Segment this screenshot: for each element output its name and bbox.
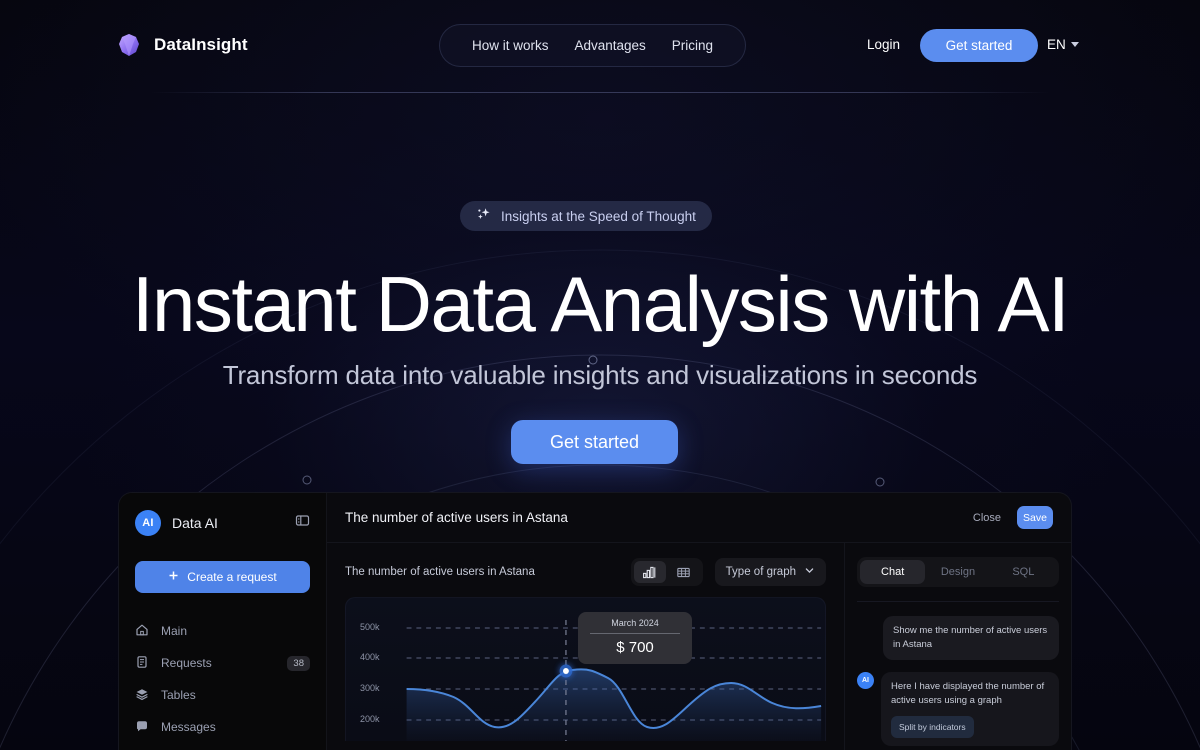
requests-count-badge: 38: [287, 655, 310, 671]
chat-message-user: Show me the number of active users in As…: [883, 616, 1059, 660]
tab-design[interactable]: Design: [925, 560, 990, 584]
tab-chat[interactable]: Chat: [860, 560, 926, 584]
chat-message-ai: Here I have displayed the number of acti…: [881, 672, 1059, 746]
header-divider-line: [150, 92, 1050, 93]
dashboard-preview: AI Data AI Create a request Main Request…: [118, 492, 1072, 750]
page-title: Instant Data Analysis with AI: [131, 260, 1070, 348]
sidebar-item-main[interactable]: Main: [135, 615, 310, 647]
save-button[interactable]: Save: [1017, 506, 1053, 529]
chart-tooltip: March 2024 $ 700: [578, 612, 692, 664]
layers-icon: [135, 687, 149, 704]
language-selector[interactable]: EN: [1047, 37, 1079, 52]
nav-item-advantages[interactable]: Advantages: [574, 38, 645, 53]
graph-type-dropdown[interactable]: Type of graph: [714, 558, 826, 586]
chat-panel: Chat Design SQL Show me the number of ac…: [845, 543, 1071, 750]
dashboard-title: The number of active users in Astana: [345, 510, 568, 525]
close-button[interactable]: Close: [973, 512, 1001, 524]
sidebar-item-label: Tables: [161, 688, 196, 702]
sparkle-icon: [476, 206, 492, 227]
tooltip-label: March 2024: [611, 618, 659, 628]
sidebar-title: Data AI: [172, 515, 218, 531]
chart-toolbar: The number of active users in Astana Typ…: [345, 557, 826, 587]
sidebar-header: AI Data AI: [135, 507, 310, 539]
chart-title: The number of active users in Astana: [345, 566, 535, 578]
sidebar-item-messages[interactable]: Messages: [135, 711, 310, 743]
site-header: DataInsight How it works Advantages Pric…: [0, 0, 1200, 90]
create-request-label: Create a request: [187, 570, 277, 584]
avatar: AI: [857, 672, 874, 689]
tooltip-value: $ 700: [616, 639, 654, 656]
chat-tabs: Chat Design SQL: [857, 557, 1059, 587]
graph-type-label: Type of graph: [725, 566, 796, 578]
sidebar-nav: Main Requests 38 Tables Messages: [135, 615, 310, 743]
language-label: EN: [1047, 37, 1066, 52]
bar-chart-icon[interactable]: [633, 561, 666, 583]
panel-toggle-icon[interactable]: [295, 513, 310, 533]
hero-badge-text: Insights at the Speed of Thought: [501, 208, 696, 224]
divider: [857, 601, 1059, 602]
hero-badge: Insights at the Speed of Thought: [460, 201, 712, 231]
y-axis-tick: 200k: [360, 714, 380, 724]
chart-plot-area: 500k 400k 300k 200k March 2024 $ 700: [345, 597, 826, 741]
chevron-down-icon: [804, 565, 815, 579]
split-by-indicators-chip[interactable]: Split by indicators: [891, 716, 974, 738]
chat-message-ai-row: AI Here I have displayed the number of a…: [857, 672, 1059, 746]
dashboard-header: The number of active users in Astana Clo…: [327, 493, 1071, 543]
chart-panel: The number of active users in Astana Typ…: [327, 543, 845, 750]
nav-item-how-it-works[interactable]: How it works: [472, 38, 549, 53]
sidebar-item-tables[interactable]: Tables: [135, 679, 310, 711]
dashboard-body: The number of active users in Astana Typ…: [327, 543, 1071, 750]
sidebar-item-requests[interactable]: Requests 38: [135, 647, 310, 679]
view-toggle: [630, 558, 703, 586]
chat-message-ai-text: Here I have displayed the number of acti…: [891, 681, 1045, 706]
hero-subtitle: Transform data into valuable insights an…: [222, 360, 978, 390]
tooltip-divider: [590, 633, 680, 634]
gem-icon: [116, 32, 142, 58]
landing-page: DataInsight How it works Advantages Pric…: [0, 0, 1200, 750]
chat-icon: [135, 719, 149, 736]
nav-item-pricing[interactable]: Pricing: [672, 38, 713, 53]
table-grid-icon[interactable]: [668, 561, 700, 583]
y-axis-tick: 400k: [360, 652, 380, 662]
sidebar-item-label: Requests: [161, 656, 212, 670]
sidebar-item-label: Main: [161, 624, 188, 638]
sidebar-item-label: Messages: [161, 720, 216, 734]
get-started-button-header[interactable]: Get started: [920, 29, 1038, 62]
login-link[interactable]: Login: [867, 37, 900, 52]
main-nav: How it works Advantages Pricing: [439, 24, 746, 67]
dashboard-main: The number of active users in Astana Clo…: [327, 493, 1071, 750]
y-axis-tick: 300k: [360, 683, 380, 693]
tab-sql[interactable]: SQL: [991, 560, 1056, 584]
y-axis-tick: 500k: [360, 622, 380, 632]
avatar: AI: [135, 510, 161, 536]
chevron-down-icon: [1070, 42, 1079, 47]
dashboard-sidebar: AI Data AI Create a request Main Request…: [119, 493, 327, 750]
plus-icon: [168, 570, 179, 584]
get-started-button-hero[interactable]: Get started: [511, 420, 678, 464]
brand-name: DataInsight: [154, 35, 248, 54]
create-request-button[interactable]: Create a request: [135, 561, 310, 593]
home-icon: [135, 623, 149, 640]
brand-logo[interactable]: DataInsight: [116, 32, 248, 58]
document-icon: [135, 655, 149, 672]
